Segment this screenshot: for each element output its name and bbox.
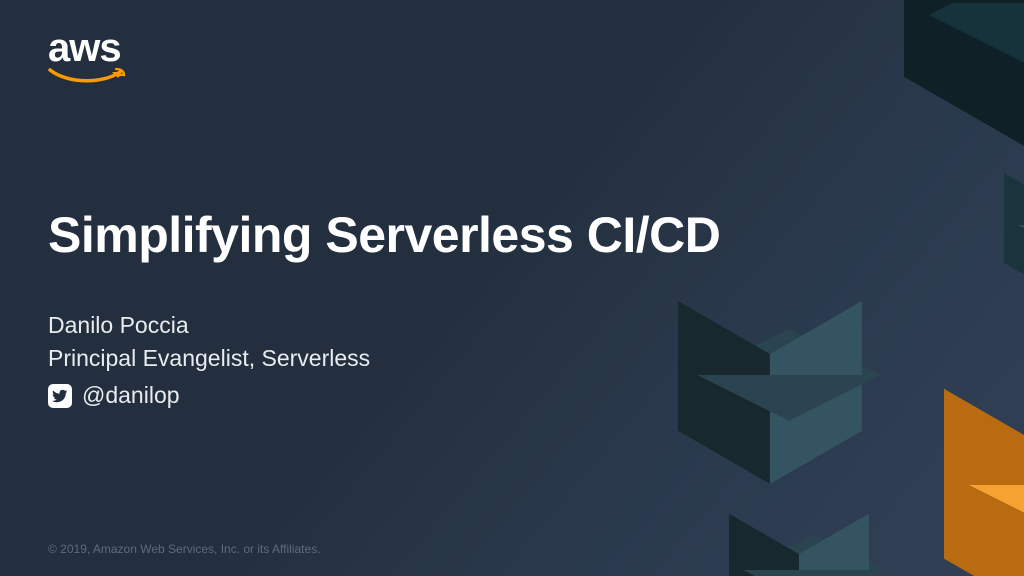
copyright-notice: © 2019, Amazon Web Services, Inc. or its…	[48, 542, 321, 556]
speaker-twitter: @danilop	[48, 382, 370, 409]
title-slide: aws Simplifying Serverless CI/CD Danilo …	[0, 0, 1024, 576]
presentation-title: Simplifying Serverless CI/CD	[48, 206, 720, 264]
speaker-info: Danilo Poccia Principal Evangelist, Serv…	[48, 312, 370, 409]
twitter-icon	[48, 384, 72, 408]
aws-logo: aws	[48, 28, 128, 88]
speaker-role: Principal Evangelist, Serverless	[48, 345, 370, 372]
speaker-name: Danilo Poccia	[48, 312, 370, 339]
aws-logo-text: aws	[48, 28, 128, 68]
twitter-handle: @danilop	[82, 382, 180, 409]
